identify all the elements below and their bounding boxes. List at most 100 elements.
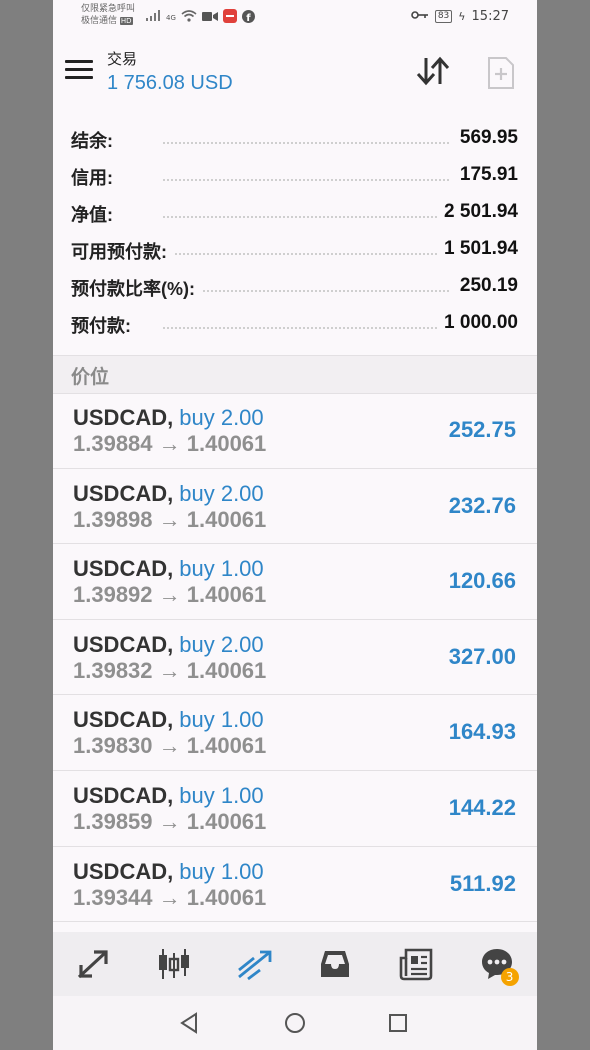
summary-label: 可用预付款: [71,238,173,264]
summary-label: 预付款比率(%): [71,275,201,301]
position-symbol: USDCAD [73,405,168,430]
inbox-icon [321,951,350,977]
hd-badge: HD [119,17,133,25]
position-profit: 511.92 [449,870,516,896]
trade-chart-icon [237,950,272,981]
charging-icon: ϟ [458,10,466,23]
app-notification-icon [222,9,237,26]
summary-label: 结余: [71,127,119,153]
candlestick-chart-icon [158,949,189,979]
home-button[interactable] [282,1010,308,1036]
position-row[interactable]: USDCAD, buy 2.00 1.39898 → 1.40061 232.76 [53,469,537,545]
summary-value: 569.95 [453,127,518,149]
position-type: buy 1.00 [179,707,264,733]
position-row[interactable]: USDCAD, buy 2.00 1.39884 → 1.40061 252.75 [53,393,537,469]
carrier-line2: 极信通信 [81,16,118,26]
summary-value: 2 501.94 [438,201,518,223]
status-right: 83 ϟ 15:27 [411,9,509,24]
summary-row: 预付款比率(%): 250.19 [53,266,537,303]
signal-icon [145,10,161,25]
position-profit: 164.93 [448,719,516,745]
summary-row: 净值: 2 501.94 [53,192,537,229]
video-icon [201,11,218,25]
battery-level: 83 [434,10,453,23]
dotted-leader [163,216,449,218]
position-symbol: USDCAD [73,556,168,582]
recents-button[interactable] [385,1010,411,1036]
summary-row: 可用预付款: 1 501.94 [53,229,537,266]
account-balance: 1 756.08 USD [107,72,233,94]
position-row[interactable]: USDCAD, buy 2.00 1.39832 → 1.40061 327.00 [53,620,537,696]
position-type: buy 2.00 [179,405,264,430]
position-profit: 252.75 [448,417,516,442]
nav-quotes[interactable] [63,939,123,989]
dotted-leader [163,179,449,181]
summary-label: 净值: [71,201,119,227]
position-prices: 1.39859 → 1.40061 [73,808,267,834]
svg-text:f: f [246,13,251,23]
summary-value: 1 501.94 [438,238,518,260]
positions-section-header: 价位 [53,355,537,394]
chat-badge: 3 [500,968,519,986]
summary-value: 1 000.00 [438,312,518,334]
dotted-leader [163,290,449,292]
summary-row: 结余: 569.95 [53,118,537,155]
position-symbol: USDCAD [73,631,168,657]
new-order-icon[interactable] [487,56,515,90]
position-symbol: USDCAD [73,480,168,506]
positions-list: USDCAD, buy 2.00 1.39884 → 1.40061 252.75… [53,393,537,923]
position-row[interactable]: USDCAD, buy 1.00 1.39344 → 1.40061 511.92 [53,847,537,923]
position-prices: 1.39830 → 1.40061 [73,733,267,759]
nav-chart[interactable] [144,939,204,989]
account-summary: 结余: 569.95 信用: 175.91 净值: 2 501.94 可用预付款… [53,118,537,340]
position-symbol: USDCAD [73,707,168,733]
position-prices: 1.39884 → 1.40061 [73,431,267,456]
home-icon [285,1013,305,1033]
position-profit: 232.76 [448,492,516,518]
position-type: buy 2.00 [179,480,264,506]
recents-icon [389,1014,407,1032]
position-row[interactable]: USDCAD, buy 1.00 1.39892 → 1.40061 120.66 [53,544,537,620]
news-icon [399,948,433,981]
nav-history[interactable] [305,939,365,989]
key-icon [411,9,429,24]
position-profit: 144.22 [448,794,516,820]
section-title: 价位 [71,366,110,388]
nav-trade[interactable] [225,939,285,989]
position-row[interactable]: USDCAD, buy 1.00 1.39859 → 1.40061 144.22 [53,771,537,847]
wifi-icon [181,10,197,25]
carrier-line1: 仅限紧急呼叫 [81,4,136,14]
position-row[interactable]: USDCAD, buy 1.00 1.39830 → 1.40061 164.93 [53,695,537,771]
app-bar: 交易 1 756.08 USD [53,38,537,108]
nav-chat[interactable]: 3 [467,939,527,989]
dotted-leader [163,327,449,329]
position-profit: 327.00 [448,643,516,669]
menu-icon[interactable] [65,60,93,82]
back-button[interactable] [177,1010,203,1036]
status-bar: 仅限紧急呼叫 极信通信 HD 4G f 83 ϟ 15:27 [53,0,537,36]
position-symbol: USDCAD [73,782,168,808]
summary-value: 250.19 [453,275,518,297]
position-profit: 120.66 [448,568,516,594]
summary-row: 信用: 175.91 [53,155,537,192]
facebook-icon: f [241,9,255,26]
summary-label: 信用: [71,164,119,190]
position-type: buy 2.00 [179,631,264,657]
back-icon [180,1012,197,1034]
summary-value: 175.91 [453,164,518,186]
position-prices: 1.39898 → 1.40061 [73,506,267,532]
position-prices: 1.39892 → 1.40061 [73,582,267,608]
phone-screen: 仅限紧急呼叫 极信通信 HD 4G f 83 ϟ 15:27 交易 1 756.… [53,0,537,1050]
summary-row: 预付款: 1 000.00 [53,303,537,340]
sort-icon[interactable] [415,54,451,88]
system-navigation [53,996,537,1050]
clock: 15:27 [471,9,509,24]
summary-label: 预付款: [71,312,137,338]
carrier-info: 仅限紧急呼叫 极信通信 HD [81,3,135,27]
status-icons: 4G f [145,9,255,26]
nav-news[interactable] [386,939,446,989]
position-prices: 1.39344 → 1.40061 [73,884,267,910]
network-type: 4G [166,13,176,22]
position-type: buy 1.00 [179,556,264,582]
dotted-leader [163,253,449,255]
